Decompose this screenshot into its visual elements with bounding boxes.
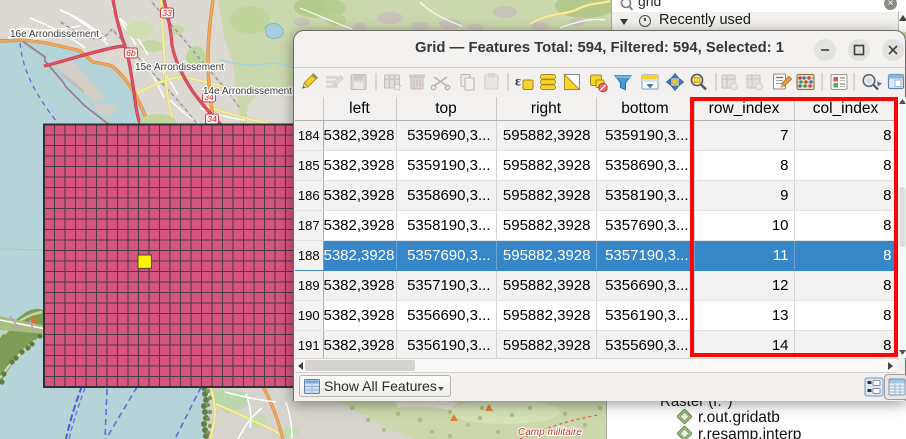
svg-text:16e Arrondissement: 16e Arrondissement (10, 29, 99, 40)
svg-text:6b: 6b (126, 48, 136, 58)
svg-text:34: 34 (207, 114, 217, 124)
svg-text:ε: ε (515, 75, 521, 90)
svg-text:14e Arrondissement: 14e Arrondissement (203, 86, 292, 97)
svg-text:33: 33 (162, 8, 172, 18)
svg-text:Camp militaire: Camp militaire (518, 427, 582, 438)
svg-text:15e Arrondissement: 15e Arrondissement (135, 62, 224, 73)
